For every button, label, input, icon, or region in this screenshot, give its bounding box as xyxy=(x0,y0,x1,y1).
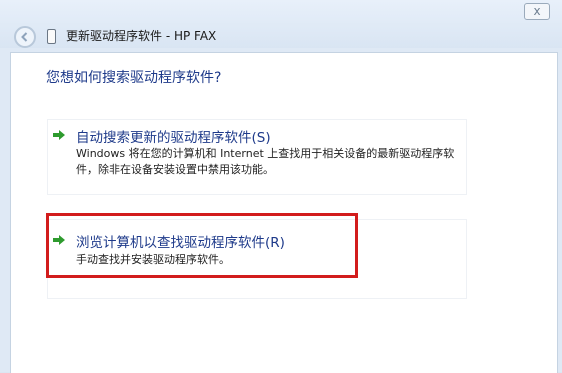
highlight-box xyxy=(46,213,358,278)
window-title: 更新驱动程序软件 - HP FAX xyxy=(66,29,217,43)
option-auto-search-title: 自动搜索更新的驱动程序软件(S) xyxy=(76,130,271,146)
search-question-heading: 您想如何搜索驱动程序软件? xyxy=(46,70,222,86)
title-bar: x 更新驱动程序软件 - HP FAX xyxy=(0,0,562,48)
back-arrow-icon xyxy=(21,32,28,42)
main-content: 您想如何搜索驱动程序软件? 自动搜索更新的驱动程序软件(S) Windows 将… xyxy=(10,52,558,373)
fax-device-icon xyxy=(47,29,56,44)
update-driver-window: x 更新驱动程序软件 - HP FAX 您想如何搜索驱动程序软件? 自动搜索更新… xyxy=(0,0,562,373)
option-auto-search[interactable]: 自动搜索更新的驱动程序软件(S) Windows 将在您的计算机和 Intern… xyxy=(47,119,467,195)
back-button[interactable] xyxy=(14,26,36,48)
green-arrow-icon xyxy=(53,130,65,140)
close-button[interactable]: x xyxy=(524,3,550,20)
option-auto-search-description: Windows 将在您的计算机和 Internet 上查找用于相关设备的最新驱动… xyxy=(76,147,455,176)
